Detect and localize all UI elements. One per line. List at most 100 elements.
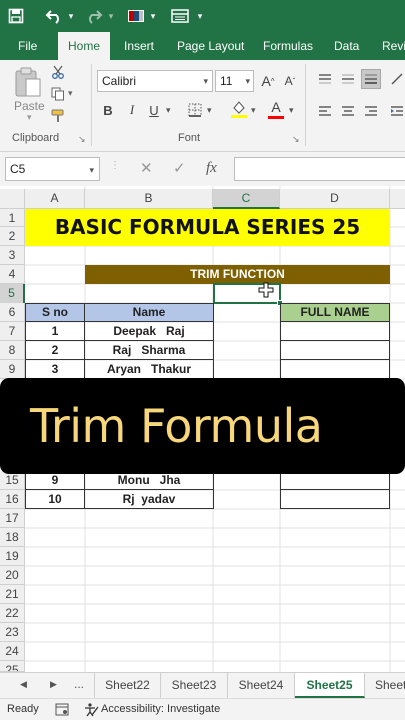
grow-font-icon[interactable]: A ^ — [259, 70, 277, 92]
accessibility-status[interactable]: Accessibility: Investigate — [101, 699, 220, 720]
table-cell-fullname[interactable] — [280, 321, 390, 341]
more-sheets-icon[interactable]: ... — [74, 677, 84, 691]
sno-header[interactable]: S no — [25, 303, 85, 322]
shrink-font-icon[interactable]: Aˇ — [281, 70, 299, 92]
name-box[interactable]: C5 ▾ — [5, 157, 100, 181]
align-right-icon[interactable] — [362, 102, 380, 120]
row-header[interactable]: 16 — [0, 490, 25, 509]
insert-function-icon[interactable]: fx — [206, 160, 217, 177]
format-painter-icon[interactable] — [50, 108, 66, 124]
align-middle-icon[interactable] — [339, 70, 357, 88]
macro-record-icon[interactable] — [55, 703, 69, 724]
sheet-tab-sheet23[interactable]: Sheet23 — [161, 673, 228, 698]
tab-home[interactable]: Home — [58, 32, 111, 61]
trim-function-header[interactable]: TRIM FUNCTION — [85, 265, 390, 284]
fill-color-dropdown-icon[interactable]: ▾ — [251, 105, 256, 116]
undo-dropdown-icon[interactable]: ▾ — [66, 4, 76, 28]
customize-toolbar-icon[interactable]: ▾ — [194, 4, 206, 28]
row-header[interactable]: 23 — [0, 623, 25, 642]
table-layout-icon[interactable] — [168, 4, 192, 28]
font-name-box[interactable]: Calibri ▾ — [97, 70, 213, 92]
redo-dropdown-icon[interactable]: ▾ — [106, 4, 116, 28]
sheet-tab-next[interactable]: Sheet — [365, 673, 405, 698]
row-header[interactable]: 20 — [0, 566, 25, 585]
sheet-tab-sheet25[interactable]: Sheet25 — [295, 673, 365, 698]
row-header[interactable]: 3 — [0, 246, 25, 265]
next-sheet-icon[interactable]: ▶ — [50, 679, 57, 690]
row-header[interactable]: 17 — [0, 509, 25, 528]
fill-color-icon[interactable] — [229, 98, 249, 120]
paste-label[interactable]: Paste — [14, 99, 45, 113]
row-header[interactable]: 9 — [0, 360, 25, 379]
column-header-a[interactable]: A — [25, 189, 85, 209]
row-header[interactable]: 18 — [0, 528, 25, 547]
undo-icon[interactable] — [42, 4, 66, 28]
column-header-b[interactable]: B — [85, 189, 213, 209]
align-bottom-icon[interactable] — [361, 69, 381, 89]
row-header[interactable]: 22 — [0, 604, 25, 623]
row-header[interactable]: 7 — [0, 322, 25, 341]
sheet-tab-sheet24[interactable]: Sheet24 — [228, 673, 295, 698]
align-center-icon[interactable] — [339, 102, 357, 120]
table-cell-sno[interactable]: 3 — [25, 359, 85, 379]
italic-button[interactable]: I — [123, 100, 141, 120]
title-banner[interactable]: BASIC FORMULA SERIES 25 — [25, 209, 390, 246]
tab-formulas[interactable]: Formulas — [263, 32, 313, 60]
table-cell-name[interactable]: Raj Sharma — [84, 340, 214, 360]
copy-icon[interactable] — [50, 86, 66, 102]
bold-button[interactable]: B — [99, 100, 117, 120]
select-all-corner[interactable] — [0, 189, 25, 209]
formula-bar-grip-icon[interactable]: ⋮ — [110, 160, 120, 171]
row-header[interactable]: 8 — [0, 341, 25, 360]
font-color-icon[interactable]: A — [266, 98, 286, 120]
column-header-c[interactable]: C — [213, 189, 280, 209]
name-box-dropdown-icon[interactable]: ▾ — [89, 159, 94, 181]
align-left-icon[interactable] — [316, 102, 334, 120]
row-header-selected[interactable]: 5 — [0, 284, 25, 303]
align-top-icon[interactable] — [316, 70, 334, 88]
sheet-tab-sheet22[interactable]: Sheet22 — [94, 673, 161, 698]
table-cell-name[interactable]: Aryan Thakur — [84, 359, 214, 379]
tab-insert[interactable]: Insert — [124, 32, 154, 60]
table-cell-fullname[interactable] — [280, 359, 390, 379]
tab-review[interactable]: Revi — [382, 32, 405, 60]
redo-icon[interactable] — [82, 4, 106, 28]
paste-icon[interactable] — [12, 66, 44, 98]
row-header[interactable]: 2 — [0, 227, 25, 246]
row-header[interactable]: 21 — [0, 585, 25, 604]
table-cell-name[interactable]: Deepak Raj — [84, 321, 214, 341]
formula-input[interactable] — [234, 157, 405, 181]
font-size-dropdown-icon[interactable]: ▾ — [245, 71, 250, 91]
underline-dropdown-icon[interactable]: ▾ — [166, 105, 171, 116]
column-header-e[interactable] — [390, 189, 405, 209]
cut-icon[interactable] — [50, 64, 66, 80]
table-cell-sno[interactable]: 2 — [25, 340, 85, 360]
font-color-dropdown-icon[interactable]: ▾ — [289, 105, 294, 116]
font-size-box[interactable]: 11 ▾ — [215, 70, 254, 92]
borders-icon[interactable] — [186, 100, 204, 120]
previous-sheet-icon[interactable]: ◀ — [20, 679, 27, 690]
borders-dropdown-icon[interactable]: ▾ — [207, 105, 212, 116]
table-cell-name[interactable]: Rj yadav — [84, 489, 214, 509]
paste-dropdown-icon[interactable]: ▾ — [27, 112, 32, 123]
table-cell-fullname[interactable] — [280, 489, 390, 509]
tab-data[interactable]: Data — [334, 32, 359, 60]
table-cell-sno[interactable]: 10 — [25, 489, 85, 509]
underline-button[interactable]: U — [145, 100, 163, 120]
row-header[interactable]: 6 — [0, 303, 25, 322]
name-header[interactable]: Name — [84, 303, 214, 322]
accessibility-icon[interactable] — [83, 703, 99, 725]
column-header-d[interactable]: D — [280, 189, 390, 209]
save-icon[interactable] — [4, 4, 28, 28]
copy-dropdown-icon[interactable]: ▾ — [68, 88, 73, 99]
row-header[interactable]: 25 — [0, 661, 25, 672]
palette-dropdown-icon[interactable]: ▾ — [148, 4, 158, 28]
font-launcher-icon[interactable]: ↘ — [292, 134, 300, 145]
row-header[interactable]: 4 — [0, 265, 25, 284]
confirm-entry-icon[interactable]: ✓ — [173, 159, 187, 177]
table-cell-fullname[interactable] — [280, 340, 390, 360]
clipboard-launcher-icon[interactable]: ↘ — [78, 134, 86, 145]
row-header[interactable]: 24 — [0, 642, 25, 661]
tab-page-layout[interactable]: Page Layout — [177, 32, 244, 60]
indent-icon[interactable] — [389, 102, 405, 120]
